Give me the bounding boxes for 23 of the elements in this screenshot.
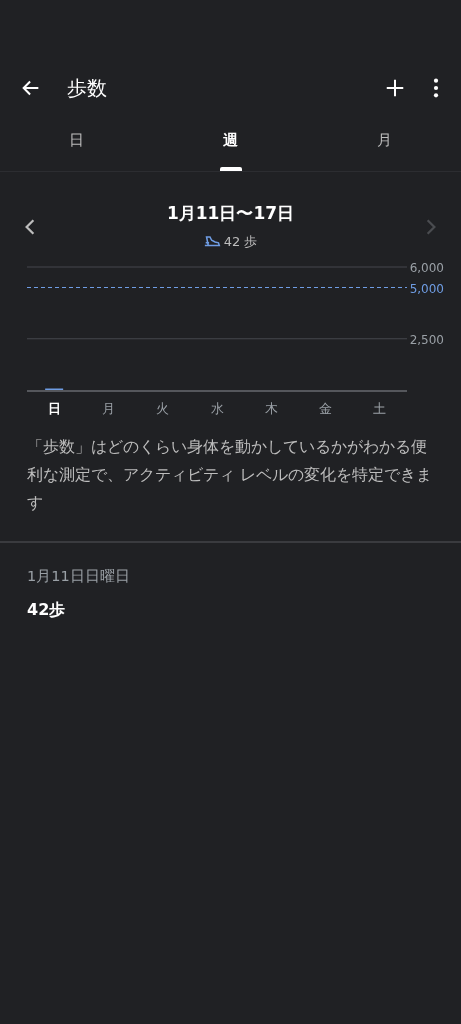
step-total: 42 歩: [223, 233, 258, 251]
day-label[interactable]: 日: [47, 401, 61, 416]
period-tab[interactable]: 月: [307, 114, 461, 171]
date-range: 1月11日〜17日: [166, 202, 295, 225]
day-label[interactable]: 水: [210, 401, 224, 416]
page-title: 歩数: [67, 74, 108, 102]
axis-label: 2,500: [409, 332, 444, 347]
goal-label: 5,000: [409, 281, 444, 296]
day-label[interactable]: 土: [373, 401, 387, 416]
period-tab[interactable]: 週: [153, 114, 308, 171]
day-label[interactable]: 月: [101, 401, 115, 416]
description: 「歩数」はどのくらい身体を動かしているかがわかる便利な測定で、アクティビティ レベルの変化を特定できます: [26, 437, 433, 514]
day-label[interactable]: 火: [156, 401, 170, 416]
entry-steps: 42歩: [27, 600, 434, 621]
period-tab[interactable]: 日: [0, 114, 154, 171]
entry-date: 1月11日日曜日: [27, 567, 131, 586]
shoe-icon: [203, 235, 221, 249]
day-label[interactable]: 木: [264, 401, 278, 416]
chevron-left-icon[interactable]: [24, 218, 36, 236]
axis-label: 6,000: [409, 261, 444, 275]
plus-icon[interactable]: [384, 77, 406, 99]
more-menu-icon[interactable]: [432, 77, 440, 99]
day-label[interactable]: 金: [319, 401, 333, 416]
